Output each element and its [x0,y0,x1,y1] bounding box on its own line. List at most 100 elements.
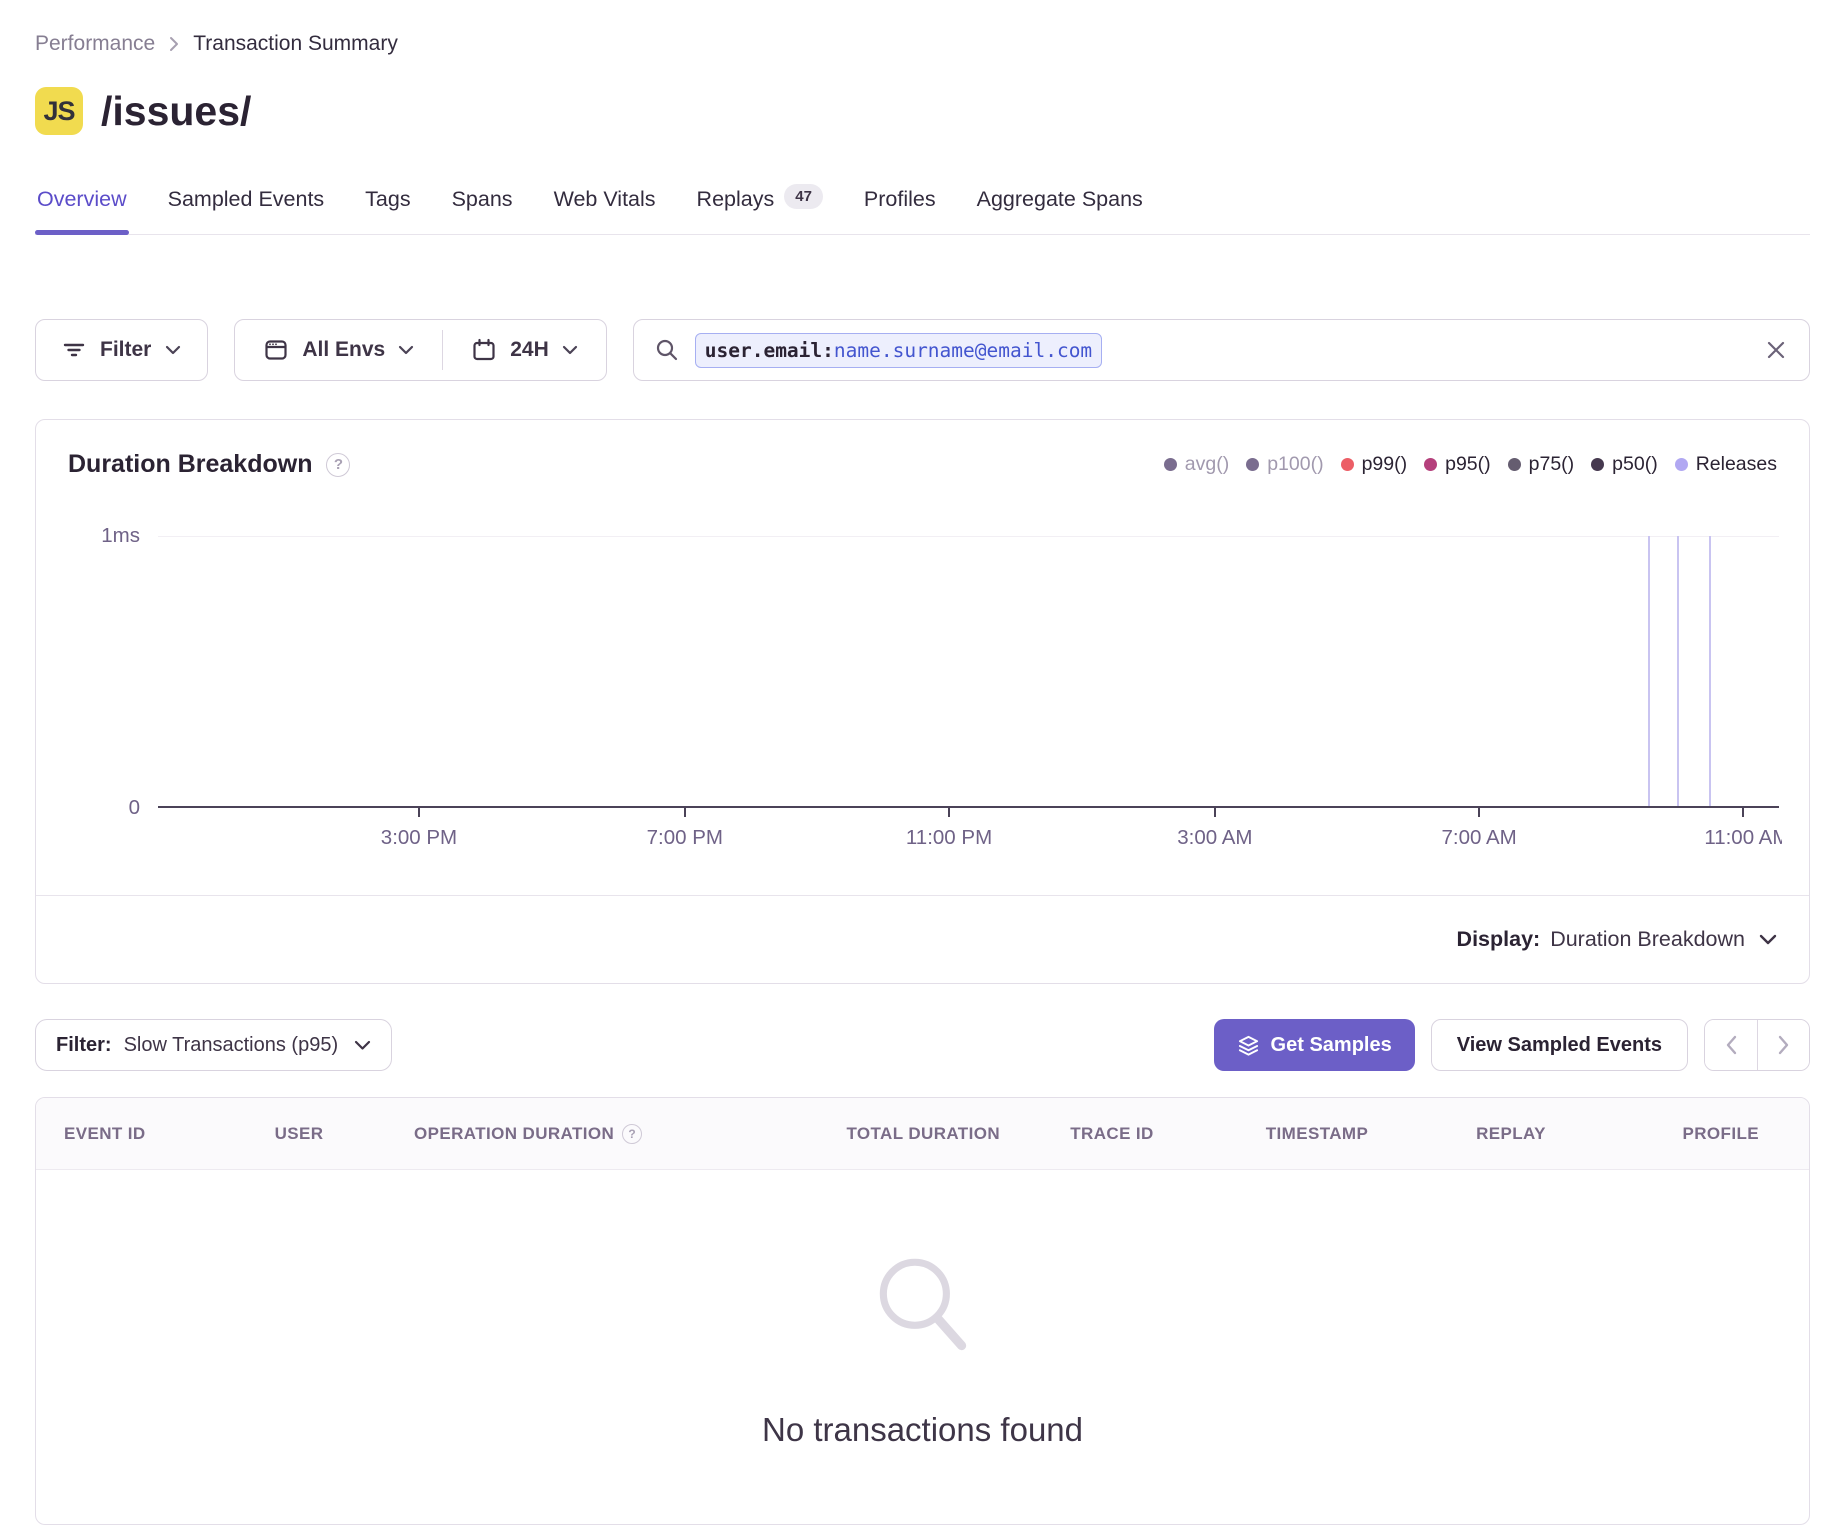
table-controls-row: Filter: Slow Transactions (p95) Get Samp… [35,1019,1810,1071]
release-line [1648,536,1650,808]
legend-dot [1424,458,1437,471]
axis-tick [1742,808,1744,817]
breadcrumb-chevron-icon [167,34,181,54]
axis-tick [948,808,950,817]
tab-tags[interactable]: Tags [363,185,412,234]
tab-label: Profiles [864,187,936,212]
chart-header: Duration Breakdown ? avg() p100() p99() … [68,450,1777,479]
chevron-down-icon [165,345,181,355]
column-timestamp: TIMESTAMP [1224,1124,1410,1144]
y-axis-min-label: 0 [36,796,140,820]
legend-p100[interactable]: p100() [1246,453,1323,476]
legend-label: avg() [1185,453,1229,476]
legend-label: Releases [1696,453,1777,476]
display-value: Duration Breakdown [1550,927,1745,952]
legend-dot [1591,458,1604,471]
empty-state-text: No transactions found [762,1411,1083,1449]
view-sampled-events-label: View Sampled Events [1457,1034,1662,1056]
x-axis-label: 11:00 AM [1704,826,1782,850]
platform-js-badge: JS [35,87,83,135]
tab-label: Replays [697,187,775,212]
x-axis-line [158,806,1779,808]
axis-tick [1478,808,1480,817]
legend-label: p100() [1267,453,1323,476]
column-event-id: EVENT ID [64,1124,234,1144]
help-icon[interactable]: ? [326,453,350,477]
tab-spans[interactable]: Spans [450,185,515,234]
legend-avg[interactable]: avg() [1164,453,1229,476]
column-profile: PROFILE [1612,1124,1781,1144]
search-filter-token[interactable]: user.email:name.surname@email.com [695,333,1102,368]
transactions-filter-dropdown[interactable]: Filter: Slow Transactions (p95) [35,1019,392,1071]
column-user: USER [234,1124,364,1144]
tab-aggregate-spans[interactable]: Aggregate Spans [975,185,1145,234]
release-line [1709,536,1711,808]
breadcrumb: Performance Transaction Summary [35,30,1810,58]
search-token-value: name.surname@email.com [834,339,1092,362]
help-icon[interactable]: ? [622,1124,642,1144]
release-line [1677,536,1679,808]
column-replay: REPLAY [1410,1124,1612,1144]
chevron-down-icon [1759,934,1777,945]
view-sampled-events-button[interactable]: View Sampled Events [1431,1019,1688,1071]
filter-button-label: Filter [100,338,151,362]
legend-p95[interactable]: p95() [1424,453,1491,476]
chevron-down-icon [562,345,578,355]
tab-replays[interactable]: Replays 47 [695,185,825,234]
axis-tick [684,808,686,817]
previous-page-button[interactable] [1705,1020,1757,1070]
replays-count-badge: 47 [784,184,823,209]
tab-label: Web Vitals [554,187,656,212]
axis-tick [1214,808,1216,817]
date-range-selector[interactable]: 24H [443,320,606,380]
chart-legend: avg() p100() p99() p95() p75() p50() Rel… [1164,453,1777,476]
clear-search-icon[interactable] [1763,337,1789,363]
chart-plot-area: 3:00 PM 7:00 PM 11:00 PM 3:00 AM 7:00 AM… [158,536,1779,808]
calendar-icon [471,337,497,363]
filter-dropdown-value: Slow Transactions (p95) [124,1034,339,1057]
date-range-label: 24H [510,338,549,362]
legend-releases[interactable]: Releases [1675,453,1777,476]
legend-p75[interactable]: p75() [1508,453,1575,476]
legend-p50[interactable]: p50() [1591,453,1658,476]
chart-title: Duration Breakdown [68,450,312,479]
environment-label: All Envs [302,338,385,362]
duration-breakdown-card: Duration Breakdown ? avg() p100() p99() … [35,419,1810,984]
legend-p99[interactable]: p99() [1341,453,1408,476]
search-bar[interactable]: user.email:name.surname@email.com [633,319,1810,381]
tab-web-vitals[interactable]: Web Vitals [552,185,658,234]
filter-dropdown-label: Filter: [56,1034,112,1057]
legend-dot [1675,458,1688,471]
tab-profiles[interactable]: Profiles [862,185,938,234]
tab-overview[interactable]: Overview [35,185,129,234]
search-token-key: user.email: [705,339,834,362]
environment-selector[interactable]: All Envs [235,320,442,380]
get-samples-label: Get Samples [1271,1034,1392,1057]
tab-sampled-events[interactable]: Sampled Events [166,185,327,234]
x-axis-label: 3:00 AM [1177,826,1252,850]
table-header-row: EVENT ID USER OPERATION DURATION ? TOTAL… [36,1098,1809,1170]
legend-label: p95() [1445,453,1491,476]
tab-label: Aggregate Spans [977,187,1143,212]
empty-search-icon [862,1247,984,1369]
chevron-down-icon [398,345,414,355]
legend-dot [1508,458,1521,471]
transaction-summary-page: Performance Transaction Summary JS /issu… [0,0,1834,1532]
breadcrumb-transaction-summary: Transaction Summary [193,32,398,56]
search-icon [654,337,680,363]
display-selector[interactable]: Display: Duration Breakdown [36,895,1809,983]
layers-icon [1237,1034,1260,1057]
table-actions: Get Samples View Sampled Events [1214,1019,1810,1071]
legend-label: p75() [1529,453,1575,476]
filter-toolbar: Filter All Envs 24H [35,319,1810,381]
tab-bar: Overview Sampled Events Tags Spans Web V… [35,185,1810,235]
legend-label: p99() [1362,453,1408,476]
tab-label: Sampled Events [168,187,325,212]
page-title: /issues/ [101,88,251,135]
legend-label: p50() [1612,453,1658,476]
tab-label: Tags [365,187,410,212]
filter-button[interactable]: Filter [35,319,208,381]
get-samples-button[interactable]: Get Samples [1214,1019,1415,1071]
next-page-button[interactable] [1757,1020,1809,1070]
breadcrumb-performance[interactable]: Performance [35,32,155,56]
